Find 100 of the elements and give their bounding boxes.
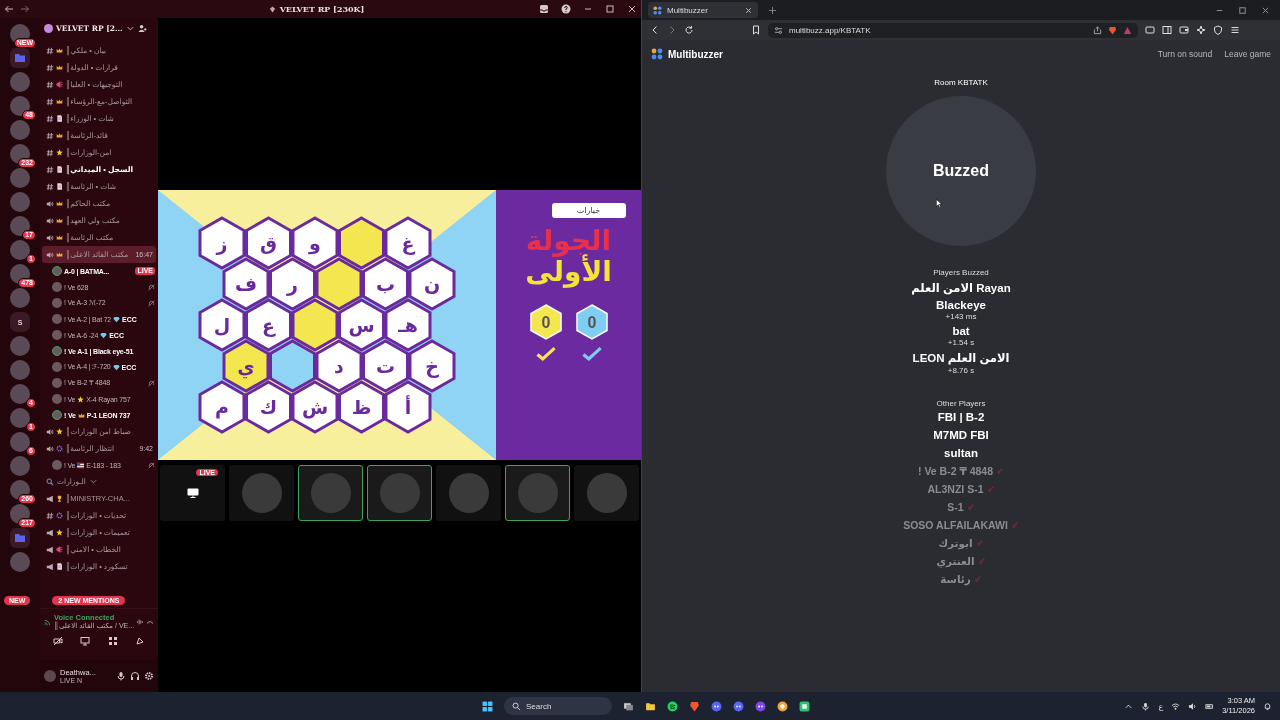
add-member-icon[interactable] bbox=[137, 23, 147, 33]
document-icon bbox=[56, 183, 63, 190]
deafened-icon bbox=[148, 299, 155, 307]
forward-icon[interactable] bbox=[667, 25, 677, 35]
chat-app-icon[interactable] bbox=[733, 700, 744, 712]
shield-icon[interactable] bbox=[1213, 25, 1223, 35]
participant-tile[interactable] bbox=[505, 465, 570, 521]
document-icon bbox=[56, 563, 63, 570]
close-icon[interactable] bbox=[1261, 5, 1270, 15]
photo-placeholder bbox=[379, 473, 420, 513]
menu-icon[interactable] bbox=[1230, 25, 1240, 35]
folder-icon[interactable] bbox=[645, 700, 656, 712]
crown-icon bbox=[56, 98, 63, 105]
headphones-icon[interactable] bbox=[130, 671, 140, 681]
chat-app-icon[interactable] bbox=[755, 700, 766, 712]
chat-app-icon[interactable] bbox=[711, 700, 722, 712]
hex-cell[interactable] bbox=[291, 380, 339, 434]
checkmark-icon[interactable] bbox=[534, 345, 557, 361]
hex-cell[interactable] bbox=[384, 216, 432, 270]
hex-cell[interactable] bbox=[198, 380, 246, 434]
soundwave-icon[interactable] bbox=[136, 617, 144, 626]
player-name: ! Ve B-2 ₸ 4848 bbox=[918, 465, 993, 477]
hex-cell[interactable] bbox=[269, 257, 316, 311]
participant-tile[interactable] bbox=[436, 465, 501, 521]
trophy-icon bbox=[56, 495, 63, 502]
app-icon[interactable] bbox=[799, 700, 810, 712]
hex-cell[interactable] bbox=[408, 339, 456, 393]
microphone-icon[interactable] bbox=[116, 671, 126, 681]
hex-cell[interactable] bbox=[362, 339, 409, 393]
hex-cell[interactable] bbox=[384, 298, 432, 352]
participant-tile[interactable] bbox=[574, 465, 639, 521]
bookmark-icon[interactable] bbox=[751, 25, 761, 35]
section-heading: Players Buzzed bbox=[933, 268, 989, 277]
help-icon[interactable] bbox=[561, 4, 571, 14]
wallet-icon[interactable] bbox=[1179, 25, 1189, 35]
participant-tile[interactable] bbox=[229, 465, 294, 521]
chevron-down-icon bbox=[88, 477, 98, 486]
hex-cell[interactable] bbox=[315, 257, 363, 311]
hex-cell[interactable] bbox=[362, 257, 409, 311]
screen-share-icon[interactable] bbox=[80, 636, 91, 646]
sidebar-icon[interactable] bbox=[1162, 25, 1172, 35]
reload-icon[interactable] bbox=[684, 25, 694, 35]
sound-link[interactable]: Turn on sound bbox=[1157, 49, 1213, 59]
inbox-icon[interactable] bbox=[539, 4, 549, 14]
hex-cell[interactable] bbox=[198, 298, 246, 352]
hex-cell[interactable] bbox=[269, 339, 316, 393]
hex-cell[interactable] bbox=[291, 216, 339, 270]
settings-icon[interactable] bbox=[144, 671, 154, 681]
sparkle-icon[interactable] bbox=[1196, 25, 1206, 35]
hex-cell[interactable] bbox=[338, 298, 385, 352]
hex-cell[interactable] bbox=[245, 380, 292, 434]
reader-icon[interactable] bbox=[1145, 25, 1155, 35]
checkmark-icon[interactable] bbox=[580, 345, 603, 361]
crown-icon bbox=[56, 64, 63, 71]
hex-cell[interactable] bbox=[408, 257, 456, 311]
hex-cell[interactable] bbox=[315, 339, 363, 393]
wifi-icon[interactable] bbox=[1171, 701, 1181, 711]
start-icon[interactable] bbox=[482, 700, 493, 712]
activities-icon[interactable] bbox=[107, 636, 118, 646]
keyboard-language[interactable]: ع bbox=[1158, 701, 1164, 711]
triangle-icon[interactable] bbox=[1123, 25, 1132, 35]
deafened-icon bbox=[148, 461, 155, 469]
options-button[interactable]: خيارات bbox=[551, 203, 626, 218]
microphone-icon[interactable] bbox=[1141, 701, 1151, 711]
close-icon[interactable] bbox=[627, 4, 637, 14]
notification-bell-icon[interactable] bbox=[1263, 701, 1272, 711]
maximize-icon[interactable] bbox=[1238, 5, 1247, 15]
task-view-icon[interactable] bbox=[623, 700, 634, 712]
hex-letter: ب bbox=[375, 273, 396, 295]
maximize-icon[interactable] bbox=[605, 4, 615, 14]
speaker-icon[interactable] bbox=[1188, 701, 1198, 711]
player-name: FBI | B-2 bbox=[937, 411, 985, 423]
star-icon bbox=[56, 428, 63, 435]
hex-cell[interactable] bbox=[245, 298, 292, 352]
hex-cell[interactable] bbox=[198, 216, 246, 270]
camera-off-icon[interactable] bbox=[52, 636, 63, 646]
hex-cell[interactable] bbox=[222, 257, 270, 311]
hex-letter: س bbox=[348, 314, 375, 336]
browser-tab[interactable]: Multibuzzer bbox=[648, 2, 758, 18]
participant-tile[interactable] bbox=[367, 465, 432, 521]
buzzer-button[interactable]: Buzzed bbox=[886, 96, 1036, 246]
share-icon[interactable] bbox=[1093, 25, 1102, 35]
hex-cell[interactable] bbox=[338, 216, 385, 270]
search-field[interactable]: Search bbox=[504, 697, 612, 715]
back-icon[interactable] bbox=[650, 25, 660, 35]
hex-cell[interactable] bbox=[245, 216, 292, 270]
browser-icon[interactable] bbox=[777, 700, 788, 712]
battery-icon[interactable] bbox=[1205, 701, 1215, 711]
back-arrow-icon[interactable] bbox=[4, 4, 14, 14]
music-app-icon[interactable] bbox=[667, 700, 678, 712]
hex-cell[interactable] bbox=[222, 339, 270, 393]
hex-cell[interactable] bbox=[384, 380, 432, 434]
hex-letter: د bbox=[334, 355, 344, 377]
address-bar[interactable]: multibuzz.app/KBTATK bbox=[768, 22, 1138, 38]
new-tab-icon[interactable] bbox=[768, 5, 777, 15]
hex-cell[interactable] bbox=[291, 298, 339, 352]
hex-cell[interactable] bbox=[338, 380, 385, 434]
participant-tile[interactable] bbox=[298, 465, 363, 521]
close-icon[interactable] bbox=[744, 5, 753, 15]
leave-link[interactable]: Leave game bbox=[1224, 49, 1271, 59]
